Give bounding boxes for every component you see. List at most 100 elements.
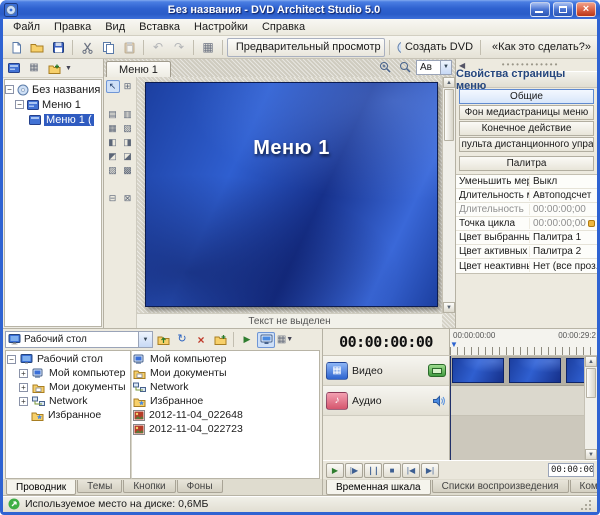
editor-vertical-scrollbar[interactable]: ▲ ▼	[442, 77, 455, 313]
list-item[interactable]: Мой компьютер	[133, 352, 318, 366]
align-bottom-tool[interactable]: ▧	[121, 122, 135, 135]
tab-explorer[interactable]: Проводник	[6, 480, 76, 495]
new-project-button[interactable]	[6, 38, 26, 57]
menu-file[interactable]: Файл	[6, 20, 47, 34]
open-project-button[interactable]	[27, 38, 47, 57]
space-across-tool[interactable]: ◩	[106, 150, 120, 163]
play-button[interactable]: ▶	[326, 463, 344, 478]
tree-row-menu-page[interactable]: Меню 1 (	[5, 112, 101, 127]
property-row[interactable]: Уменьшить мерцан... Выкл	[456, 175, 597, 189]
paste-button[interactable]	[119, 38, 139, 57]
zoom-level-select[interactable]: Ав ▼	[416, 60, 452, 75]
scroll-down-icon[interactable]: ▼	[443, 302, 455, 313]
zoom-tool-button[interactable]	[396, 59, 414, 75]
expand-icon[interactable]: +	[19, 369, 28, 378]
auto-preview-toggle[interactable]	[257, 332, 275, 348]
scroll-down-icon[interactable]: ▼	[585, 449, 597, 460]
tab-buttons[interactable]: Кнопки	[123, 480, 175, 493]
tab-themes[interactable]: Темы	[77, 480, 122, 493]
optimize-button[interactable]: ▦	[198, 38, 218, 57]
align-left-tool[interactable]: ▤	[106, 108, 120, 121]
add-folder-button[interactable]	[45, 60, 63, 76]
align-right-tool[interactable]: ▥	[121, 108, 135, 121]
snap-tool[interactable]: ⊠	[121, 192, 135, 205]
address-combobox[interactable]: Рабочий стол ▼	[5, 331, 153, 348]
timeline-ruler[interactable]: 00:00:00:00 00:00:29:2 ▼	[449, 329, 597, 355]
timecode-display[interactable]: 00:00:00:00	[323, 329, 449, 355]
zoom-in-button[interactable]	[376, 59, 394, 75]
tab-backgrounds[interactable]: Фоны	[177, 480, 223, 493]
tab-timeline[interactable]: Временная шкала	[326, 480, 431, 495]
property-row[interactable]: Длительность меню Автоподсчет	[456, 189, 597, 203]
views-button[interactable]: ▦▼	[276, 332, 294, 348]
insert-menu-button[interactable]	[5, 60, 23, 76]
property-row[interactable]: Точка цикла 00:00:00;00	[456, 217, 597, 231]
list-item[interactable]: Избранное	[133, 394, 318, 408]
tree-row-project[interactable]: − Без названия	[5, 82, 101, 97]
menu-canvas[interactable]: Меню 1	[145, 82, 438, 307]
scroll-up-icon[interactable]: ▲	[585, 356, 597, 367]
collapse-icon[interactable]: −	[5, 85, 14, 94]
menu-edit[interactable]: Правка	[47, 20, 98, 34]
cut-button[interactable]	[77, 38, 97, 57]
props-tab-end-action[interactable]: Конечное действие	[459, 121, 594, 136]
tab-playlists[interactable]: Списки воспроизведения	[432, 480, 569, 493]
play-media-button[interactable]: ▶	[238, 332, 256, 348]
tree-item-network[interactable]: + Network	[7, 394, 129, 408]
timeline-vertical-scrollbar[interactable]: ▲ ▼	[584, 356, 597, 460]
center-vertical-tool[interactable]: ◨	[121, 136, 135, 149]
property-row[interactable]: Цвет выбранных к... Палитра 1	[456, 231, 597, 245]
preview-button[interactable]: Предварительный просмотр	[227, 38, 385, 57]
expand-icon[interactable]: +	[19, 397, 28, 406]
menu-view[interactable]: Вид	[98, 20, 132, 34]
list-item[interactable]: 2012-11-04_022723	[133, 422, 318, 436]
tree-row-menu[interactable]: − Меню 1	[5, 97, 101, 112]
copy-button[interactable]	[98, 38, 118, 57]
property-row[interactable]: Длительность 00:00:00;00	[456, 203, 597, 217]
tree-item-favorites[interactable]: Избранное	[7, 408, 129, 422]
video-thumbnail[interactable]	[509, 358, 561, 383]
collapse-icon[interactable]: −	[15, 100, 24, 109]
redo-button[interactable]: ↷	[169, 38, 189, 57]
stop-button[interactable]: ■	[383, 463, 401, 478]
menu-help[interactable]: Справка	[255, 20, 312, 34]
menu-options[interactable]: Настройки	[187, 20, 255, 34]
list-item[interactable]: Мои документы	[133, 366, 318, 380]
tab-menu-1[interactable]: Меню 1	[106, 61, 171, 77]
menu-insert[interactable]: Вставка	[132, 20, 187, 34]
up-folder-button[interactable]	[154, 332, 172, 348]
props-tab-background-media[interactable]: Фон медиастраницы меню	[459, 105, 594, 120]
align-top-tool[interactable]: ▦	[106, 122, 120, 135]
props-tab-general[interactable]: Общие	[459, 89, 594, 104]
external-monitor-button[interactable]	[428, 364, 446, 377]
refresh-button[interactable]: ↻	[173, 332, 191, 348]
pause-button[interactable]: ❘❘	[364, 463, 382, 478]
close-button[interactable]: ×	[576, 2, 596, 17]
tree-item-desktop[interactable]: − Рабочий стол	[7, 352, 129, 366]
play-from-start-button[interactable]: |▶	[345, 463, 363, 478]
video-thumbnail[interactable]	[566, 358, 584, 383]
property-row[interactable]: Цвет неактивных ... Нет (все проз...	[456, 259, 597, 273]
maximize-button[interactable]	[553, 2, 573, 17]
menu-title-text[interactable]: Меню 1	[146, 137, 437, 160]
audio-track-header[interactable]: ♪ Аудио	[323, 386, 449, 416]
list-item[interactable]: 2012-11-04_022648	[133, 408, 318, 422]
scrollbar-thumb[interactable]	[444, 89, 454, 141]
same-height-tool[interactable]: ▩	[121, 164, 135, 177]
resize-grip[interactable]	[579, 498, 592, 511]
undo-button[interactable]: ↶	[148, 38, 168, 57]
save-project-button[interactable]	[48, 38, 68, 57]
insert-media-button[interactable]: ▦	[25, 60, 43, 76]
go-to-start-button[interactable]: |◀	[402, 463, 420, 478]
video-track-header[interactable]: ▦ Видео	[323, 356, 449, 386]
video-thumbnail[interactable]	[452, 358, 504, 383]
audio-event-strip[interactable]	[450, 386, 584, 416]
video-event-strip[interactable]	[450, 356, 584, 386]
timeline-tracks-area[interactable]	[449, 356, 584, 460]
sizing-tool[interactable]: ⊞	[121, 80, 135, 93]
same-size-tool[interactable]: ⊟	[106, 192, 120, 205]
make-dvd-button[interactable]: Создать DVD	[394, 38, 476, 57]
tree-item-my-computer[interactable]: + Мой компьютер	[7, 366, 129, 380]
cursor-time-field[interactable]: 00:00:00	[548, 463, 594, 477]
space-down-tool[interactable]: ◪	[121, 150, 135, 163]
